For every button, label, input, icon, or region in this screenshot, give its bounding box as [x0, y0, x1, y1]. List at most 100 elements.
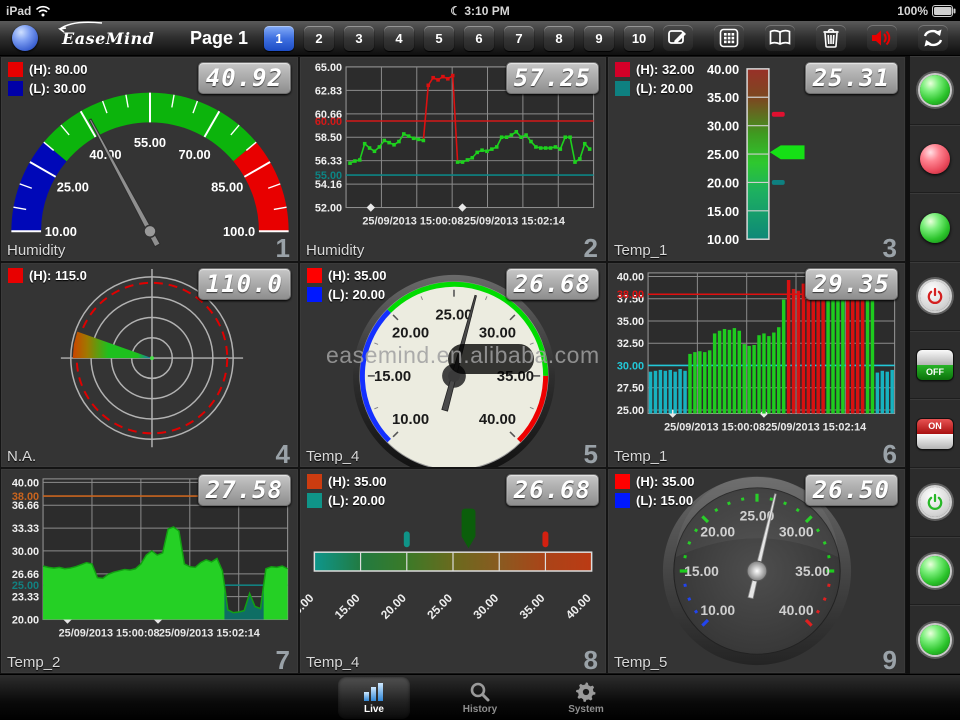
svg-text:38.00: 38.00: [12, 491, 39, 503]
svg-text:26.66: 26.66: [12, 569, 39, 581]
sync-icon[interactable]: [918, 25, 948, 51]
page-button-5[interactable]: 5: [424, 26, 454, 51]
digital-value-display: 26.68: [506, 268, 599, 300]
page-button-10[interactable]: 10: [624, 26, 654, 51]
edit-icon[interactable]: [663, 25, 693, 51]
switch-on[interactable]: ON: [910, 399, 960, 468]
svg-text:38.00: 38.00: [617, 289, 644, 301]
svg-text:20.00: 20.00: [707, 175, 739, 190]
tab-history[interactable]: History: [444, 677, 516, 719]
power-button-green[interactable]: [910, 468, 960, 537]
indicator-led-5[interactable]: [910, 605, 960, 674]
svg-text:30.00: 30.00: [617, 360, 644, 372]
book-icon[interactable]: [765, 25, 795, 51]
legend-label: (H): 32.00: [636, 62, 695, 77]
search-icon: [469, 681, 491, 703]
page-button-7[interactable]: 7: [504, 26, 534, 51]
temp1-bar-chart-panel[interactable]: 40.0037.5035.0032.5027.5025.0038.0030.00…: [607, 262, 906, 468]
power-icon: [920, 281, 950, 311]
tab-live-label: Live: [364, 704, 384, 715]
legend-swatch: [307, 268, 322, 283]
indicator-led-3[interactable]: [910, 193, 960, 262]
svg-text:55.00: 55.00: [315, 170, 342, 182]
temp5-dial-gauge-panel[interactable]: 10.0015.0020.0025.0030.0035.0040.00 (H):…: [607, 468, 906, 674]
legend-swatch: [8, 268, 23, 283]
svg-text:35.00: 35.00: [517, 591, 548, 622]
svg-text:20.00: 20.00: [392, 325, 429, 341]
page-button-2[interactable]: 2: [304, 26, 334, 51]
page-button-9[interactable]: 9: [584, 26, 614, 51]
tab-live[interactable]: Live: [338, 677, 410, 719]
legend-label: (L): 20.00: [328, 493, 385, 508]
indicator-led-1[interactable]: [910, 56, 960, 125]
legend-row: (L): 15.00: [615, 493, 695, 508]
svg-text:27.50: 27.50: [617, 383, 644, 395]
panel-legend: (H): 35.00 (L): 20.00: [307, 268, 387, 306]
svg-text:40.00: 40.00: [779, 602, 814, 618]
legend-label: (H): 35.00: [328, 268, 387, 283]
svg-text:25/09/2013 15:02:14: 25/09/2013 15:02:14: [765, 421, 866, 433]
grid-icon[interactable]: [714, 25, 744, 51]
temp1-thermometer-panel[interactable]: 40.0035.0030.0025.0020.0015.0010.00 (H):…: [607, 56, 906, 262]
svg-text:52.00: 52.00: [315, 202, 342, 214]
clock: ☾ 3:10 PM: [0, 4, 960, 18]
svg-text:35.00: 35.00: [707, 90, 739, 105]
panel-legend: (H): 35.00 (L): 20.00: [307, 474, 387, 512]
humidity-line-chart-panel[interactable]: 65.0062.8360.6658.5056.3354.1652.0060.00…: [299, 56, 607, 262]
legend-label: (L): 20.00: [328, 287, 385, 302]
svg-text:15.00: 15.00: [684, 563, 719, 579]
home-orb-button[interactable]: [12, 25, 38, 51]
tab-system[interactable]: System: [550, 677, 622, 719]
sound-icon[interactable]: [867, 25, 897, 51]
digital-value-display: 29.35: [805, 268, 898, 300]
svg-text:40.00: 40.00: [479, 412, 516, 428]
legend-swatch: [615, 474, 630, 489]
indicator-led-2[interactable]: [910, 125, 960, 194]
svg-text:25.00: 25.00: [435, 307, 472, 323]
power-icon: [920, 487, 950, 517]
page-button-3[interactable]: 3: [344, 26, 374, 51]
legend-row: (L): 20.00: [307, 287, 387, 302]
legend-row: (H): 35.00: [307, 474, 387, 489]
legend-row: (L): 20.00: [615, 81, 695, 96]
page-button-8[interactable]: 8: [544, 26, 574, 51]
temp4-hbar-gauge-panel[interactable]: 10.0015.0020.0025.0030.0035.0040.00 (H):…: [299, 468, 607, 674]
page-button-6[interactable]: 6: [464, 26, 494, 51]
panel-number: 9: [883, 645, 897, 674]
svg-text:56.33: 56.33: [315, 156, 342, 168]
svg-text:10.00: 10.00: [45, 224, 77, 239]
temp2-area-chart-panel[interactable]: 40.0036.6633.3330.0026.6623.3320.0038.00…: [0, 468, 299, 674]
svg-text:20.00: 20.00: [378, 591, 409, 622]
digital-value-display: 40.92: [198, 62, 291, 94]
power-button-red[interactable]: [910, 262, 960, 331]
humidity-arc-gauge-panel[interactable]: 10.0025.0040.0055.0070.0085.00100.0 (H):…: [0, 56, 299, 262]
legend-row: (H): 80.00: [8, 62, 88, 77]
svg-text:10.00: 10.00: [300, 591, 317, 622]
battery-icon: [932, 5, 956, 17]
svg-text:25/09/2013 15:00:08: 25/09/2013 15:00:08: [664, 421, 765, 433]
tab-system-label: System: [568, 704, 604, 715]
svg-text:25/09/2013 15:02:14: 25/09/2013 15:02:14: [464, 215, 565, 227]
digital-value-display: 26.68: [506, 474, 599, 506]
na-radar-panel[interactable]: (H): 115.0 110.0 N.A. 4: [0, 262, 299, 468]
svg-text:25.00: 25.00: [57, 180, 89, 195]
svg-text:40.00: 40.00: [12, 477, 39, 489]
digital-value-display: 57.25: [506, 62, 599, 94]
svg-text:30.00: 30.00: [12, 546, 39, 558]
trash-icon[interactable]: [816, 25, 846, 51]
page-button-4[interactable]: 4: [384, 26, 414, 51]
green-led-icon: [920, 213, 950, 243]
indicator-led-4[interactable]: [910, 537, 960, 606]
tab-history-label: History: [463, 704, 497, 715]
temp4-dial-gauge-panel[interactable]: 10.0015.0020.0025.0030.0035.0040.00 (H):…: [299, 262, 607, 468]
switch-off[interactable]: OFF: [910, 331, 960, 400]
svg-text:33.33: 33.33: [12, 523, 39, 535]
legend-row: (H): 32.00: [615, 62, 695, 77]
legend-label: (H): 115.0: [29, 268, 87, 283]
digital-value-display: 27.58: [198, 474, 291, 506]
page-button-1[interactable]: 1: [264, 26, 294, 51]
svg-text:100.0: 100.0: [223, 224, 255, 239]
legend-row: (H): 35.00: [615, 474, 695, 489]
legend-swatch: [8, 81, 23, 96]
dashboard-grid: 10.0025.0040.0055.0070.0085.00100.0 (H):…: [0, 56, 906, 674]
